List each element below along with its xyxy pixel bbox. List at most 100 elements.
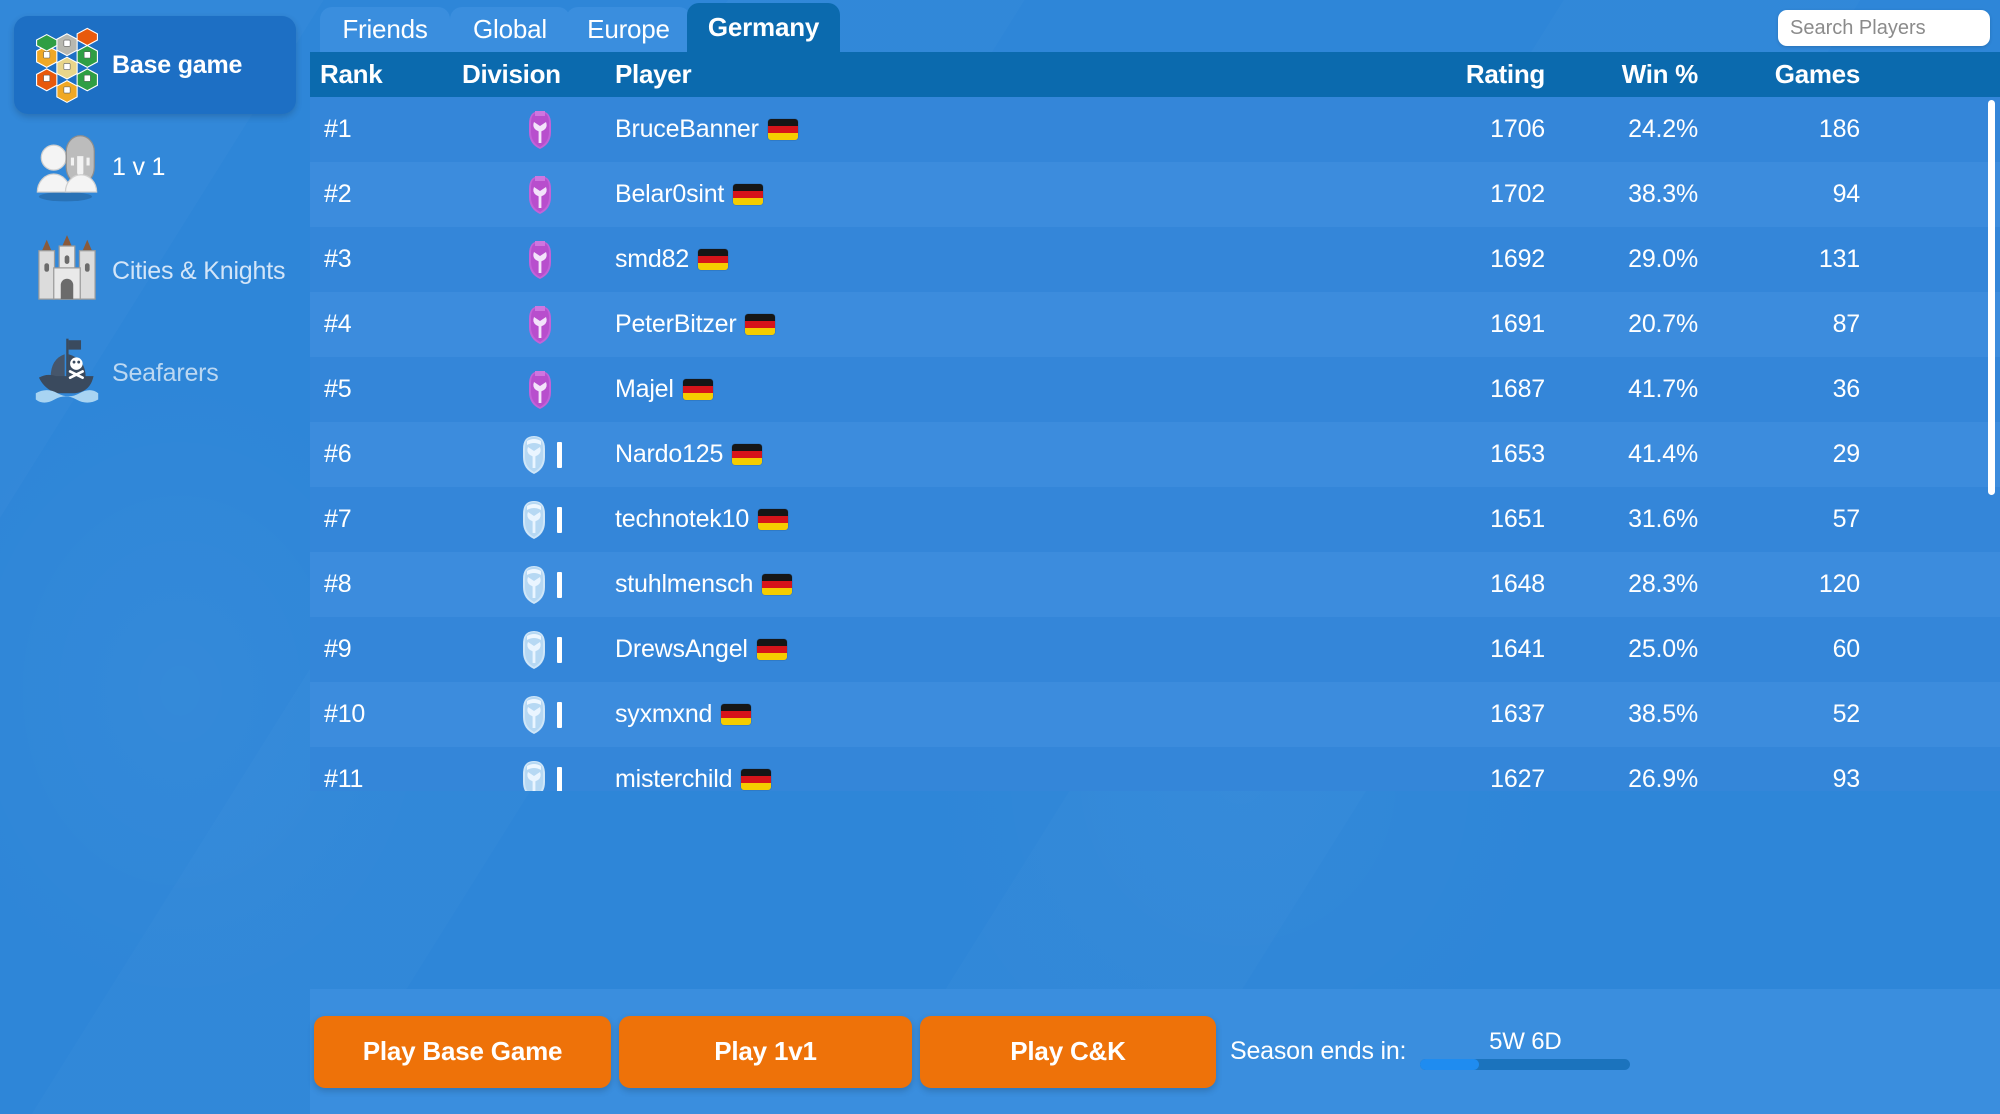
two-players-icon (28, 128, 106, 206)
season-progress-track (1420, 1058, 1631, 1070)
flag-de-icon (758, 509, 789, 530)
tab-europe[interactable]: Europe (566, 7, 691, 52)
player-name: Nardo125 (615, 440, 724, 468)
cell-win-percent: 28.3% (1628, 570, 1698, 598)
purple-helmet-icon (523, 305, 557, 345)
season-countdown: Season ends in: 5W 6D (1230, 1027, 1631, 1074)
table-row[interactable]: #2 Belar0sint 1702 38.3% 94 (310, 162, 2000, 227)
sidebar-item-base-game[interactable]: Base game (14, 16, 296, 114)
leaderboard-panel: Friends Global Europe Germany Search Pla… (310, 0, 2000, 1114)
player-name: stuhlmensch (615, 570, 754, 598)
cell-player: BruceBanner (615, 97, 1295, 162)
silver-helmet-icon (517, 695, 562, 735)
flag-de-icon (733, 184, 764, 205)
cell-games: 60 (1832, 635, 1861, 663)
leaderboard-rows: #1 BruceBanner 1706 24.2% 186 #2 Belar0sint 170… (310, 97, 2000, 791)
table-row[interactable]: #10 syxmxnd 1637 38.5% 52 (310, 682, 2000, 747)
tab-label: Germany (707, 12, 820, 42)
table-row[interactable]: #6 Nardo125 1653 41.4% 29 (310, 422, 2000, 487)
table-row[interactable]: #8 stuhlmensch 1648 28.3% 120 (310, 552, 2000, 617)
silver-helmet-icon (517, 435, 562, 475)
pirate-ship-icon (28, 334, 106, 412)
table-row[interactable]: #11 misterchild 1627 26.9% 93 (310, 747, 2000, 791)
column-header-rank[interactable]: Rank (320, 52, 460, 97)
table-header: Rank Division Player Rating Win % Games (310, 52, 2000, 97)
player-name: PeterBitzer (615, 310, 737, 338)
cell-games: 36 (1832, 375, 1861, 403)
cell-rating: 1706 (1490, 115, 1545, 143)
cell-games: 186 (1818, 115, 1860, 143)
scrollbar-track[interactable] (1988, 100, 1995, 788)
play-base-game-button[interactable]: Play Base Game (314, 1015, 611, 1088)
cell-games: 131 (1818, 245, 1860, 273)
cell-player: PeterBitzer (615, 292, 1295, 357)
play-1v1-button[interactable]: Play 1v1 (619, 1015, 912, 1088)
flag-de-icon (741, 769, 772, 790)
tab-label: Friends (342, 14, 428, 44)
cell-rating: 1653 (1490, 440, 1545, 468)
column-header-win-pct[interactable]: Win % (1558, 52, 1699, 97)
season-label: Season ends in: (1230, 1037, 1407, 1065)
tab-label: Europe (587, 14, 670, 44)
flag-de-icon (732, 444, 763, 465)
purple-helmet-icon (523, 240, 557, 280)
player-name: technotek10 (615, 505, 750, 533)
flag-de-icon (756, 639, 787, 660)
flag-de-icon (767, 119, 798, 140)
cell-division (462, 422, 617, 487)
cell-rating: 1687 (1490, 375, 1545, 403)
table-row[interactable]: #9 DrewsAngel 1641 25.0% 60 (310, 617, 2000, 682)
purple-helmet-icon (523, 175, 557, 215)
search-bar[interactable] (1778, 10, 2000, 46)
table-row[interactable]: #4 PeterBitzer 1691 20.7% 87 (310, 292, 2000, 357)
cell-win-percent: 38.3% (1628, 180, 1698, 208)
table-row[interactable]: #3 smd82 1692 29.0% 131 (310, 227, 2000, 292)
cell-win-percent: 41.4% (1628, 440, 1698, 468)
player-name: misterchild (615, 765, 733, 791)
season-time-remaining: 5W 6D (1489, 1027, 1562, 1055)
cell-player: smd82 (615, 227, 1295, 292)
cell-win-percent: 24.2% (1628, 115, 1698, 143)
column-header-division[interactable]: Division (462, 52, 617, 97)
player-name: syxmxnd (615, 700, 713, 728)
cell-win-percent: 26.9% (1628, 765, 1698, 791)
cell-win-percent: 41.7% (1628, 375, 1698, 403)
sidebar-item-1v1[interactable]: 1 v 1 (14, 118, 296, 216)
sidebar-item-seafarers[interactable]: Seafarers (14, 324, 296, 422)
leaderboard-screen: Base game 1 v 1 Cities & Knights Seafare… (0, 0, 2000, 1114)
column-header-rating[interactable]: Rating (1310, 52, 1545, 97)
player-name: Majel (615, 375, 674, 403)
cell-player: stuhlmensch (615, 552, 1295, 617)
player-name: Belar0sint (615, 180, 725, 208)
cell-division (462, 682, 617, 747)
play-ck-button[interactable]: Play C&K (920, 1015, 1216, 1088)
division-tally-mark (557, 636, 562, 663)
cell-division (462, 487, 617, 552)
cell-rating: 1651 (1490, 505, 1545, 533)
cell-division (462, 227, 617, 292)
tab-germany[interactable]: Germany (687, 3, 840, 52)
cell-division (462, 552, 617, 617)
cell-rank: #4 (324, 310, 352, 338)
cell-division (462, 97, 617, 162)
cell-rank: #7 (324, 505, 352, 533)
flag-de-icon (721, 704, 752, 725)
division-tally-mark (557, 506, 562, 533)
division-tally-mark (557, 441, 562, 468)
column-header-player[interactable]: Player (615, 52, 1295, 97)
table-row[interactable]: #1 BruceBanner 1706 24.2% 186 (310, 97, 2000, 162)
cell-player: Nardo125 (615, 422, 1295, 487)
table-row[interactable]: #7 technotek10 1651 31.6% 57 (310, 487, 2000, 552)
flag-de-icon (698, 249, 729, 270)
cell-win-percent: 38.5% (1628, 700, 1698, 728)
season-progress-fill (1420, 1058, 1480, 1070)
scrollbar-thumb[interactable] (1988, 100, 1995, 495)
search-input[interactable] (1790, 16, 2000, 40)
player-name: DrewsAngel (615, 635, 748, 663)
tab-friends[interactable]: Friends (320, 7, 450, 52)
cell-rank: #1 (324, 115, 352, 143)
tab-global[interactable]: Global (450, 7, 570, 52)
column-header-games[interactable]: Games (1710, 52, 1861, 97)
table-row[interactable]: #5 Majel 1687 41.7% 36 (310, 357, 2000, 422)
sidebar-item-cities-and-knights[interactable]: Cities & Knights (14, 222, 304, 320)
